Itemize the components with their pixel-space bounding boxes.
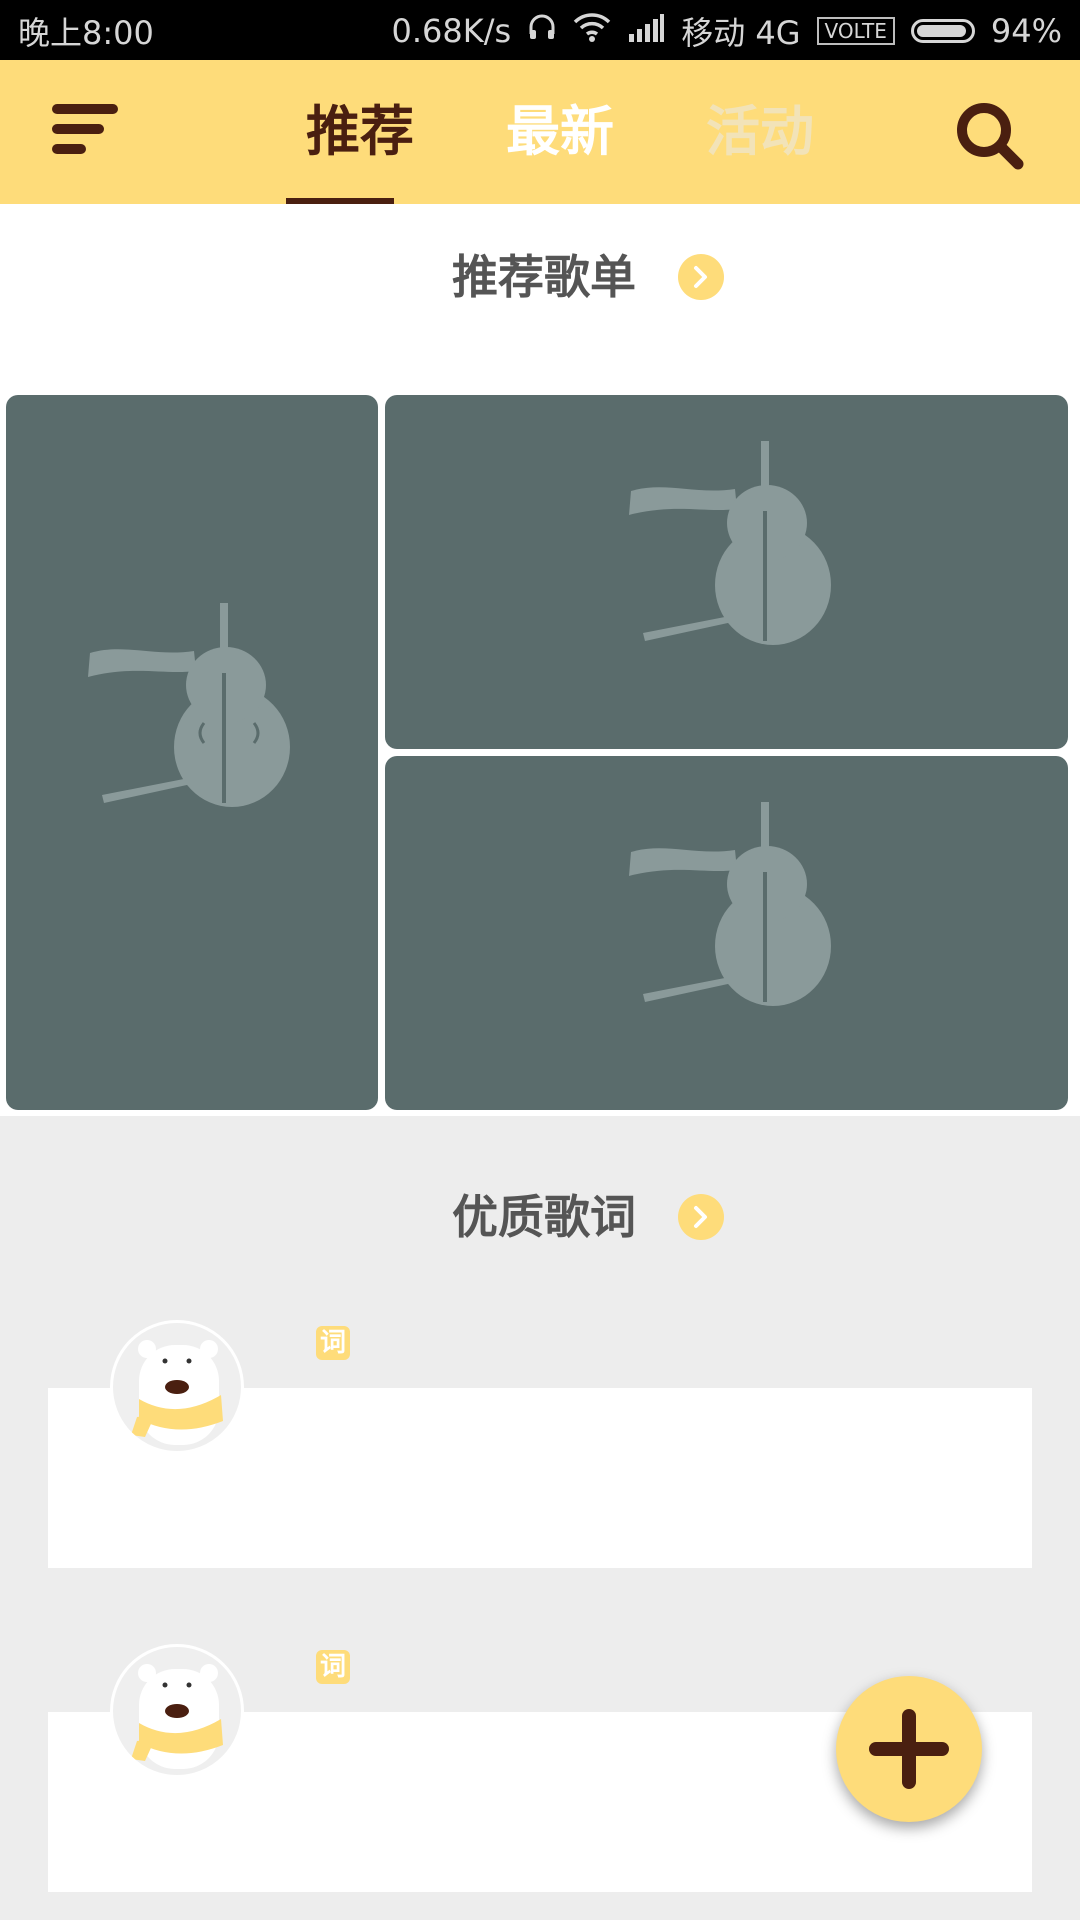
section-title: 推荐歌单 (452, 250, 636, 304)
app-header: 推荐 最新 活动 (0, 60, 1080, 204)
tab-bar: 推荐 最新 活动 (260, 60, 860, 204)
quality-lyrics-header: 优质歌词 (0, 1182, 1080, 1252)
playlist-tile-bottom-right[interactable] (385, 756, 1068, 1110)
tab-events[interactable]: 活动 (660, 60, 860, 204)
menu-icon-line (52, 124, 104, 134)
tab-recommended[interactable]: 推荐 (260, 60, 460, 204)
violin-placeholder-icon (88, 603, 290, 807)
volte-badge: VOLTE (816, 17, 895, 45)
more-lyrics-button[interactable] (678, 1194, 724, 1240)
more-playlists-button[interactable] (678, 254, 724, 300)
search-icon (957, 103, 1024, 170)
avatar[interactable] (110, 1320, 244, 1454)
polar-bear-avatar-icon (131, 1340, 223, 1445)
status-icons: 0.68K/s 移动 4G VOLTE 94% (392, 8, 1062, 54)
playlist-tile-top-right[interactable] (385, 395, 1068, 749)
violin-placeholder-icon (629, 441, 831, 645)
section-title: 优质歌词 (452, 1190, 636, 1244)
violin-placeholder-icon (629, 802, 831, 1006)
avatar[interactable] (110, 1644, 244, 1778)
chevron-right-icon (694, 1206, 707, 1228)
battery-icon (910, 19, 975, 43)
polar-bear-avatar-icon (131, 1664, 223, 1769)
chevron-right-icon (694, 266, 707, 288)
menu-icon-line (52, 144, 86, 154)
tab-label: 推荐 (306, 100, 414, 163)
headphones-icon (527, 12, 557, 50)
tab-label: 最新 (506, 100, 614, 163)
recommended-playlists-header: 推荐歌单 (0, 242, 1080, 312)
status-bar: 晚上8:00 0.68K/s 移动 4G VOLTE 94% (0, 0, 1080, 60)
add-button[interactable] (836, 1676, 982, 1822)
menu-button[interactable] (52, 98, 124, 162)
plus-icon (869, 1709, 949, 1789)
lyric-badge: 词 (316, 1326, 350, 1360)
playlist-tile-large[interactable] (6, 395, 378, 1110)
tab-label: 活动 (706, 100, 814, 163)
network-speed: 0.68K/s (391, 12, 512, 50)
status-time: 晚上8:00 (18, 14, 154, 52)
tab-latest[interactable]: 最新 (460, 60, 660, 204)
battery-fill (916, 25, 966, 37)
search-button[interactable] (954, 100, 1024, 170)
lyric-badge: 词 (316, 1650, 350, 1684)
battery-percent: 94% (990, 12, 1062, 50)
menu-icon (52, 104, 118, 114)
wifi-icon (573, 12, 611, 50)
signal-icon (627, 12, 665, 50)
carrier-label: 移动 4G (681, 14, 801, 52)
